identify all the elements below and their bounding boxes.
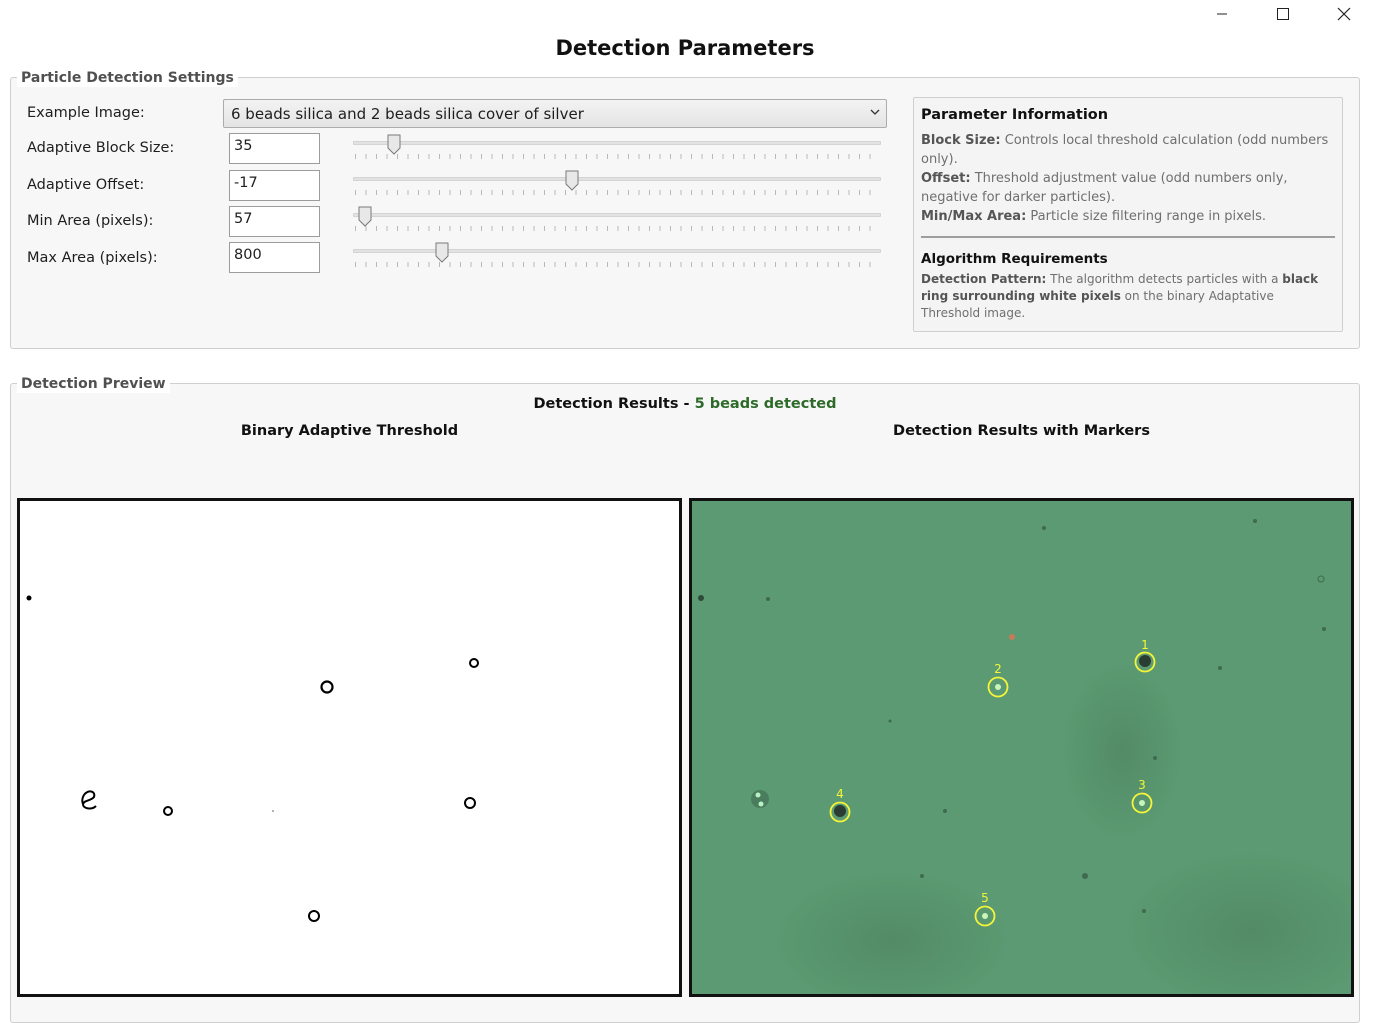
binary-threshold-title: Binary Adaptive Threshold [240,423,459,439]
slider-thumb[interactable] [565,170,579,191]
block-size-input[interactable]: 35 [229,133,320,164]
info-divider [921,236,1335,238]
min-area-label: Min Area (pixels): [27,213,154,229]
maximize-button[interactable] [1252,0,1313,28]
max-area-label: Max Area (pixels): [27,250,158,266]
min-area-slider[interactable] [353,206,881,236]
settings-legend: Particle Detection Settings [17,69,238,87]
preview-legend: Detection Preview [17,375,170,393]
max-area-slider[interactable] [353,242,881,272]
min-area-input[interactable]: 57 [229,206,320,237]
slider-track [353,249,881,253]
svg-text:4: 4 [836,787,844,801]
slider-thumb[interactable] [435,242,449,263]
close-icon [1337,7,1350,21]
beads-detected-count: 5 beads detected [694,396,837,412]
minimize-button[interactable] [1191,0,1252,28]
slider-ticks [355,190,879,195]
svg-text:3: 3 [1138,778,1146,792]
particle-detection-settings-group: Particle Detection Settings Example Imag… [10,69,1360,349]
svg-text:1: 1 [1141,638,1149,652]
window-controls [1191,0,1374,28]
offset-slider[interactable] [353,170,881,200]
detection-results-image: 1 2 3 4 5 [689,498,1354,997]
example-image-label: Example Image: [27,105,145,121]
slider-track [353,177,881,181]
offset-input[interactable]: -17 [229,170,320,201]
detection-preview-group: Detection Preview Detection Results - 5 … [10,375,1360,1023]
algorithm-requirements-title: Algorithm Requirements [921,251,1108,267]
slider-track [353,141,881,145]
detection-markers-title: Detection Results with Markers [893,423,1150,439]
slider-thumb[interactable] [358,206,372,227]
binary-image-canvas [20,501,679,994]
slider-ticks [355,262,879,267]
example-image-dropdown[interactable]: 6 beads silica and 2 beads silica cover … [223,99,887,128]
binary-threshold-image [17,498,682,997]
maximize-icon [1276,8,1289,20]
slider-track [353,213,881,217]
microscope-image-canvas: 1 2 3 4 5 [692,501,1351,994]
slider-ticks [355,226,879,231]
svg-text:2: 2 [994,662,1002,676]
minimize-icon [1216,13,1227,15]
parameter-info-title: Parameter Information [921,107,1109,123]
parameter-info-panel: Parameter Information Block Size: Contro… [913,97,1343,332]
block-size-info: Block Size: Controls local threshold cal… [921,133,1329,167]
window-title: Detection Parameters [555,36,815,60]
offset-info: Offset: Threshold adjustment value (odd … [921,171,1288,205]
example-image-selected: 6 beads silica and 2 beads silica cover … [231,105,584,123]
offset-label: Adaptive Offset: [27,177,145,193]
slider-ticks [355,154,879,159]
svg-text:5: 5 [981,891,989,905]
detection-pattern-info: Detection Pattern: The algorithm detects… [921,272,1319,320]
slider-thumb[interactable] [387,134,401,155]
max-area-input[interactable]: 800 [229,242,320,273]
detection-results-summary: Detection Results - 5 beads detected [533,396,837,412]
chevron-down-icon [870,109,880,115]
close-button[interactable] [1313,0,1374,28]
block-size-slider[interactable] [353,134,881,164]
area-info: Min/Max Area: Particle size filtering ra… [921,209,1266,224]
block-size-label: Adaptive Block Size: [27,140,175,156]
